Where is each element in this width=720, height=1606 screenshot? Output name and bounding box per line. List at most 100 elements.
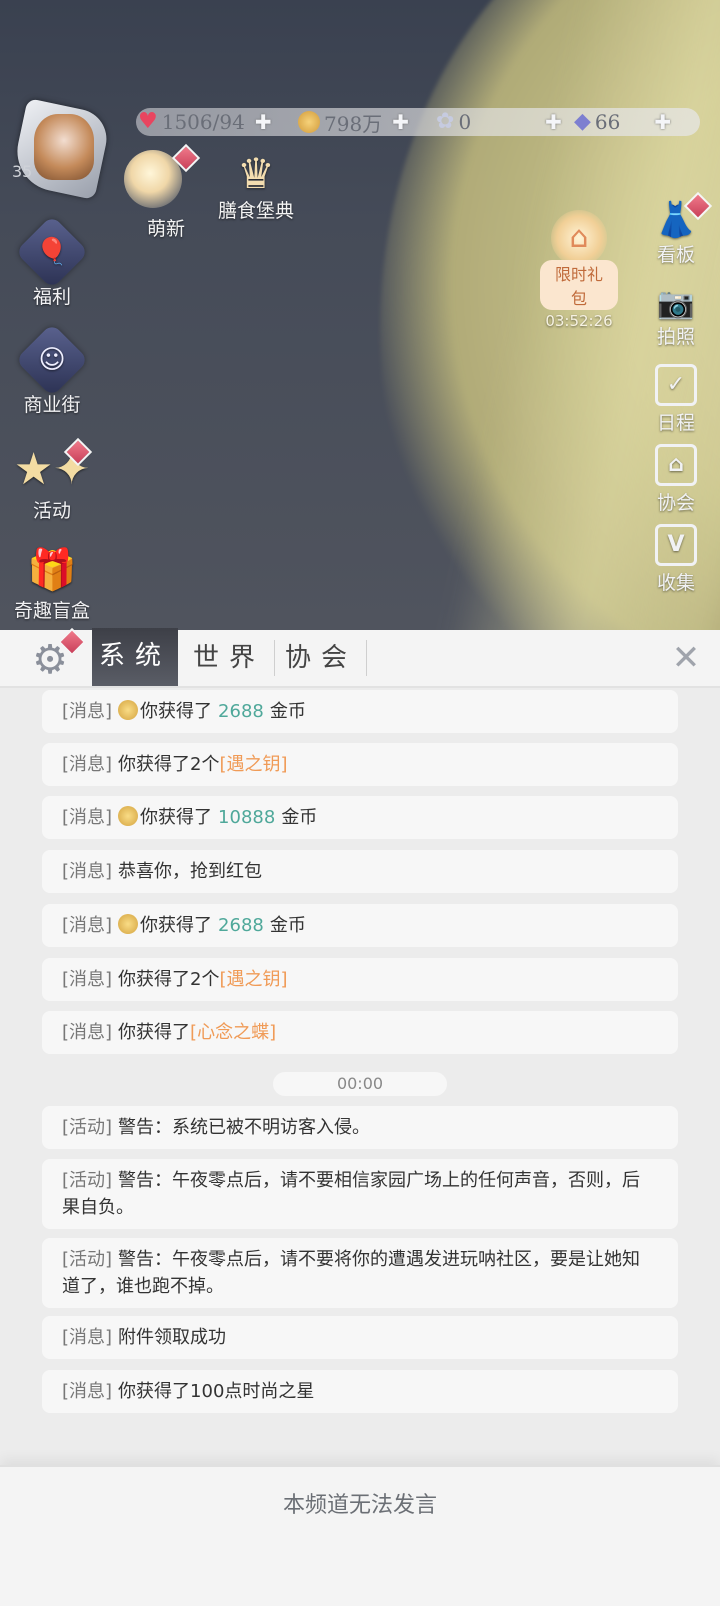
chat-message: [活动] 警告：午夜零点后，请不要相信家园广场上的任何声音，否则，后果自负。 (42, 1159, 678, 1229)
chat-message: [消息] 你获得了100点时尚之星 (42, 1370, 678, 1413)
heart-icon: ♥ (138, 109, 158, 134)
coin-icon (298, 111, 320, 133)
item-link[interactable]: [遇之钥] (220, 754, 288, 775)
chat-message: [消息] 你获得了 2688 金币 (42, 904, 678, 947)
calendar-icon: ✓ (655, 364, 697, 406)
guild-label: 协会 (656, 492, 695, 514)
channel-muted-notice: 本频道无法发言 (282, 1493, 437, 1518)
mystery-box-button[interactable]: 🎁 奇趣盲盒 (2, 544, 102, 623)
add-hearts-icon[interactable]: ✚ (255, 110, 272, 134)
chat-message: [消息] 你获得了2个[遇之钥] (42, 743, 678, 786)
mystery-box-label: 奇趣盲盒 (13, 600, 90, 622)
message-unit: 金币 (281, 807, 318, 828)
balloon-icon: 🎈 (35, 237, 69, 267)
schedule-button[interactable]: ✓ 日程 (646, 364, 706, 435)
chat-message: [活动] 警告：午夜零点后，请不要将你的遭遇发进玩呐社区，要是让她知道了，谁也跑不… (42, 1238, 678, 1308)
time-divider: 00:00 (273, 1072, 447, 1096)
message-tag: [消息] (62, 915, 113, 936)
newbie-button[interactable]: 萌新 (118, 143, 201, 241)
message-text: 你获得了2个 (118, 754, 220, 775)
item-link[interactable]: [遇之钥] (220, 969, 288, 990)
tab-guild[interactable]: 协会 (278, 630, 364, 686)
add-diamonds-icon[interactable]: ✚ (654, 110, 671, 134)
player-level: 35 (12, 162, 33, 181)
welfare-icon-bg: 🎈 (15, 215, 89, 289)
message-unit: 金币 (269, 701, 306, 722)
shopping-street-button[interactable]: ☺ 商业街 (2, 323, 102, 417)
diamonds-resource[interactable]: ◆ 66 ✚ (574, 108, 671, 136)
diamonds-value: 66 (594, 110, 621, 134)
message-text: 警告：午夜零点后，请不要相信家园广场上的任何声音，否则，后果自负。 (62, 1170, 641, 1218)
message-text: 你获得了 (140, 701, 213, 722)
item-link[interactable]: [心念之蝶] (190, 1022, 276, 1043)
player-avatar[interactable] (9, 97, 113, 201)
message-tag: [活动] (62, 1170, 113, 1191)
diamond-icon: ◆ (574, 109, 591, 134)
flowers-value: 0 (458, 110, 472, 134)
message-text: 警告：午夜零点后，请不要将你的遭遇发进玩呐社区，要是让她知道了，谁也跑不掉。 (62, 1249, 641, 1297)
guild-button[interactable]: ⌂ 协会 (646, 444, 706, 515)
message-tag: [活动] (62, 1249, 113, 1270)
crown-icon: ♛ (237, 149, 275, 198)
message-text: 你获得了 (140, 807, 213, 828)
chat-message: [消息] 你获得了 2688 金币 (42, 690, 678, 733)
message-text: 你获得了 (140, 915, 213, 936)
message-tag: [活动] (62, 1117, 113, 1138)
collect-button[interactable]: V 收集 (646, 524, 706, 595)
photo-button[interactable]: 📷 拍照 (646, 286, 706, 349)
events-button[interactable]: ★✦ 活动 (2, 437, 102, 523)
chat-panel: ⚙ 系统 世界 协会 ✕ [消息] 你获得了 2688 金币 [消息] 你获得了2个[遇… (0, 627, 720, 1606)
add-flowers-icon[interactable]: ✚ (545, 110, 562, 134)
message-tag: [消息] (62, 1327, 113, 1348)
message-amount: 2688 (218, 915, 264, 936)
gift-timer: 03:52:26 (545, 312, 613, 330)
avatar-portrait (34, 114, 94, 180)
coin-icon (118, 914, 139, 934)
tab-divider (366, 640, 367, 676)
meal-guide-label: 膳食堡典 (217, 200, 294, 222)
collect-label: 收集 (656, 572, 695, 594)
shopping-bag-icon: ☺ (38, 345, 66, 375)
message-tag: [消息] (62, 807, 113, 828)
welfare-button[interactable]: 🎈 福利 (2, 215, 102, 309)
message-tag: [消息] (62, 861, 113, 882)
message-tag: [消息] (62, 701, 113, 722)
guild-icon: ⌂ (655, 444, 697, 486)
board-button[interactable]: 👗 看板 (646, 191, 713, 267)
flower-icon: ✿ (436, 109, 455, 134)
chat-message: [消息] 附件领取成功 (42, 1316, 678, 1359)
message-tag: [消息] (62, 969, 113, 990)
shop-icon-bg: ☺ (15, 323, 89, 397)
game-scene: ♥ 1506/94 ✚ 798万 ✚ ✿ 0 ✚ ◆ 66 ✚ 35 萌新 ♛ … (0, 0, 720, 630)
tab-system[interactable]: 系统 (92, 628, 178, 686)
message-text: 你获得了2个 (118, 969, 220, 990)
message-text: 你获得了100点时尚之星 (118, 1381, 315, 1402)
hearts-resource[interactable]: ♥ 1506/94 ✚ (138, 108, 272, 136)
welfare-label: 福利 (32, 286, 71, 308)
tab-world[interactable]: 世界 (186, 630, 272, 686)
meal-guide-button[interactable]: ♛ 膳食堡典 (208, 152, 304, 223)
chat-message: [消息] 你获得了[心念之蝶] (42, 1011, 678, 1054)
message-text: 你获得了 (118, 1022, 191, 1043)
events-label: 活动 (32, 500, 71, 522)
coins-value: 798万 (324, 111, 383, 136)
camera-icon: 📷 (657, 286, 695, 321)
chat-message: [消息] 你获得了 10888 金币 (42, 796, 678, 839)
coin-icon (118, 700, 139, 720)
message-text: 恭喜你，抢到红包 (118, 861, 263, 882)
coins-resource[interactable]: 798万 ✚ (298, 108, 409, 136)
message-text: 附件领取成功 (118, 1327, 227, 1348)
gift-box-icon: 🎁 (27, 547, 77, 593)
message-amount: 2688 (218, 701, 264, 722)
photo-label: 拍照 (656, 326, 695, 348)
schedule-label: 日程 (656, 412, 695, 434)
newbie-label: 萌新 (146, 218, 185, 240)
close-icon[interactable]: ✕ (664, 636, 708, 680)
message-tag: [消息] (62, 1381, 113, 1402)
message-unit: 金币 (269, 915, 306, 936)
limited-gift-button[interactable]: ⌂ 限时礼包 03:52:26 (540, 210, 618, 330)
chat-message: [活动] 警告：系统已被不明访客入侵。 (42, 1106, 678, 1149)
flowers-resource[interactable]: ✿ 0 ✚ (436, 108, 562, 136)
add-coins-icon[interactable]: ✚ (392, 110, 409, 134)
message-amount: 10888 (218, 807, 276, 828)
